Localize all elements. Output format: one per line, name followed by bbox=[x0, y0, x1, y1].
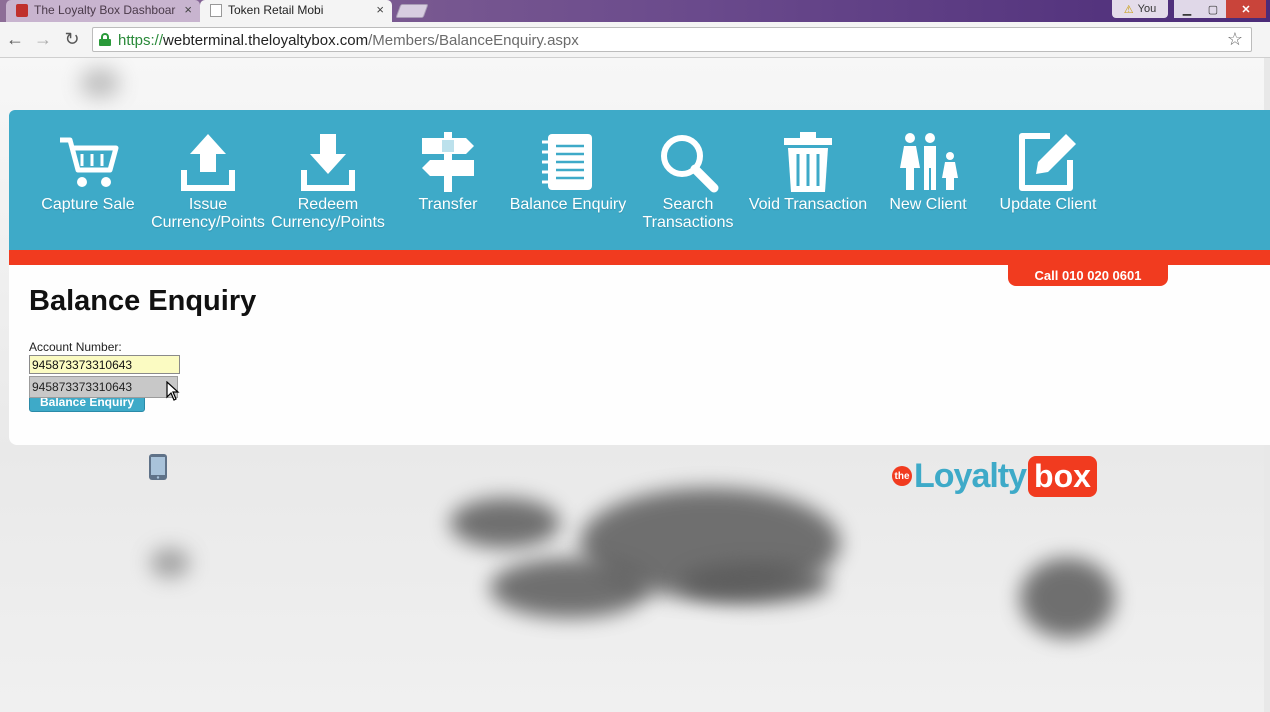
nav-balance-enquiry[interactable]: Balance Enquiry bbox=[508, 130, 628, 214]
magnifier-icon bbox=[661, 135, 719, 193]
nav-update-client[interactable]: Update Client bbox=[988, 130, 1108, 214]
nav-label: Redeem Currency/Points bbox=[271, 196, 385, 231]
nav-capture-sale[interactable]: Capture Sale bbox=[28, 130, 148, 214]
nav-label: Balance Enquiry bbox=[509, 196, 627, 213]
nav-label: New Client bbox=[889, 196, 967, 213]
user-profile-button[interactable]: ⚠ You bbox=[1112, 0, 1168, 18]
nav-label: Issue Currency/Points bbox=[151, 196, 265, 231]
nav-label: Void Transaction bbox=[748, 196, 868, 213]
autocomplete-option[interactable]: 945873373310643 bbox=[29, 376, 178, 398]
lock-icon bbox=[99, 33, 111, 46]
logo-box: box bbox=[1028, 455, 1097, 497]
nav-accent-strip bbox=[9, 250, 1270, 265]
window-close-icon[interactable]: ✕ bbox=[1226, 0, 1266, 18]
edit-icon bbox=[1019, 133, 1076, 191]
tab-label: Token Retail Mobi bbox=[228, 3, 324, 17]
notebook-icon bbox=[542, 134, 592, 190]
nav-new-client[interactable]: New Client bbox=[868, 130, 988, 214]
address-bar[interactable]: https://webterminal.theloyaltybox.com/Me… bbox=[92, 27, 1252, 52]
mouse-cursor-icon bbox=[166, 381, 180, 401]
url-text: https://webterminal.theloyaltybox.com/Me… bbox=[118, 32, 579, 49]
nav-label: Capture Sale bbox=[41, 196, 135, 213]
loyaltybox-logo: the Loyalty box bbox=[892, 450, 1097, 502]
warning-icon: ⚠ bbox=[1123, 3, 1134, 16]
nav-label: Update Client bbox=[999, 196, 1097, 213]
nav-label: Transfer bbox=[418, 196, 478, 213]
tab-close-icon[interactable]: × bbox=[184, 2, 192, 17]
logo-the: the bbox=[892, 466, 912, 486]
user-label: You bbox=[1137, 3, 1157, 15]
browser-tab-dashboard[interactable]: The Loyalty Box Dashboar × bbox=[6, 0, 200, 22]
cart-icon bbox=[60, 137, 119, 187]
tab-label: The Loyalty Box Dashboar bbox=[34, 3, 176, 17]
browser-titlebar: The Loyalty Box Dashboar × Token Retail … bbox=[0, 0, 1270, 22]
tab-close-icon[interactable]: × bbox=[376, 2, 384, 17]
main-navbar: Capture Sale Issue Currency/Points Redee… bbox=[9, 110, 1270, 250]
reload-icon[interactable]: ↻ bbox=[61, 28, 83, 50]
back-arrow-icon[interactable]: ← bbox=[4, 28, 26, 50]
nav-search-transactions[interactable]: Search Transactions bbox=[628, 130, 748, 232]
nav-label: Search Transactions bbox=[642, 196, 734, 231]
loyaltybox-favicon-icon bbox=[16, 4, 28, 17]
minimize-icon[interactable]: ▁ bbox=[1174, 0, 1200, 18]
upload-icon bbox=[181, 134, 235, 191]
trash-icon bbox=[784, 132, 832, 192]
bookmark-star-icon[interactable]: ☆ bbox=[1227, 29, 1243, 50]
account-number-input[interactable] bbox=[29, 355, 180, 374]
browser-toolbar: ← → ↻ https://webterminal.theloyaltybox.… bbox=[0, 22, 1270, 58]
mobile-phone-icon[interactable] bbox=[148, 453, 168, 481]
nav-issue[interactable]: Issue Currency/Points bbox=[148, 130, 268, 232]
call-badge: Call 010 020 0601 bbox=[1008, 264, 1168, 286]
page-title: Balance Enquiry bbox=[29, 285, 257, 317]
forward-arrow-icon[interactable]: → bbox=[32, 28, 54, 50]
logo-word: Loyalty bbox=[914, 456, 1027, 495]
nav-redeem[interactable]: Redeem Currency/Points bbox=[268, 130, 388, 232]
family-icon bbox=[900, 133, 958, 190]
browser-tab-token-retail[interactable]: Token Retail Mobi × bbox=[200, 0, 392, 22]
nav-void-transaction[interactable]: Void Transaction bbox=[748, 130, 868, 214]
nav-transfer[interactable]: Transfer bbox=[388, 130, 508, 214]
download-icon bbox=[301, 134, 355, 191]
page-favicon-icon bbox=[210, 4, 222, 17]
maximize-icon[interactable]: ▢ bbox=[1200, 0, 1226, 18]
new-tab-button[interactable] bbox=[395, 4, 429, 18]
signpost-icon bbox=[422, 132, 474, 192]
account-number-label: Account Number: bbox=[29, 340, 122, 354]
